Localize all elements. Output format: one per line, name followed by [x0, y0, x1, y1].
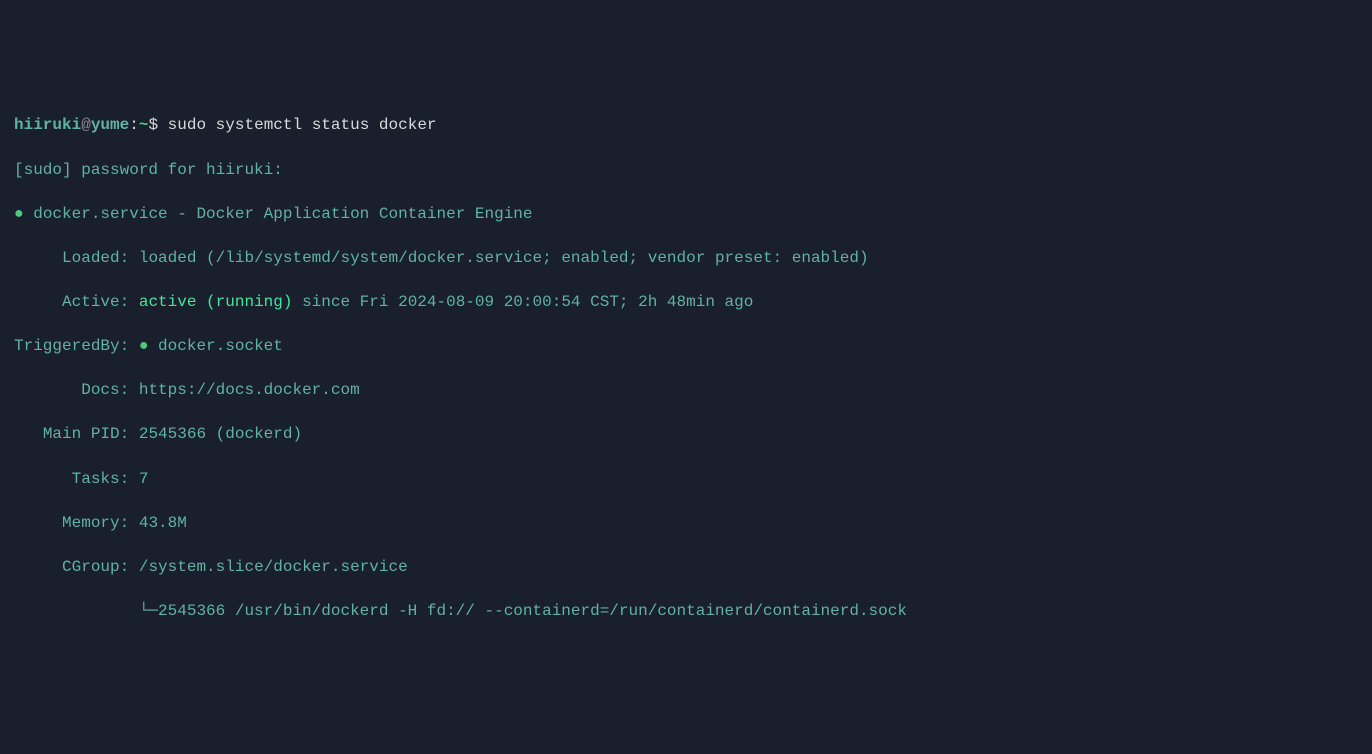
loaded-line: Loaded: loaded (/lib/systemd/system/dock… [0, 247, 1372, 269]
docs-value: https://docs.docker.com [139, 381, 360, 399]
tasks-value: 7 [139, 470, 149, 488]
service-name: docker.service - Docker Application Cont… [33, 205, 532, 223]
prompt-user: hiiruki [14, 116, 81, 134]
memory-line: Memory: 43.8M [0, 512, 1372, 534]
memory-value: 43.8M [139, 514, 187, 532]
cgroup-tree: └─2545366 /usr/bin/dockerd -H fd:// --co… [139, 602, 907, 620]
triggered-line: TriggeredBy: ● docker.socket [0, 335, 1372, 357]
triggered-value: docker.socket [158, 337, 283, 355]
active-line: Active: active (running) since Fri 2024-… [0, 291, 1372, 313]
terminal-window[interactable]: hiiruki@yume:~$ sudo systemctl status do… [0, 92, 1372, 639]
prompt-colon: : [129, 116, 139, 134]
triggered-dot-icon: ● [139, 337, 149, 355]
prompt-line: hiiruki@yume:~$ sudo systemctl status do… [0, 114, 1372, 136]
prompt-at: @ [81, 116, 91, 134]
prompt-path: ~ [139, 116, 149, 134]
prompt-symbol: $ [148, 116, 158, 134]
cgroup-label: CGroup: [62, 558, 129, 576]
pid-value: 2545366 (dockerd) [139, 425, 302, 443]
loaded-value: loaded (/lib/systemd/system/docker.servi… [139, 249, 869, 267]
tasks-label: Tasks: [72, 470, 130, 488]
pid-line: Main PID: 2545366 (dockerd) [0, 423, 1372, 445]
active-since: since Fri 2024-08-09 20:00:54 CST; 2h 48… [292, 293, 753, 311]
cgroup-line: CGroup: /system.slice/docker.service [0, 556, 1372, 578]
prompt-host: yume [91, 116, 129, 134]
pid-label: Main PID: [43, 425, 129, 443]
loaded-label: Loaded: [62, 249, 129, 267]
status-dot-icon: ● [14, 205, 24, 223]
docs-label: Docs: [81, 381, 129, 399]
docs-line: Docs: https://docs.docker.com [0, 379, 1372, 401]
active-label: Active: [62, 293, 129, 311]
cgroup-tree-line: └─2545366 /usr/bin/dockerd -H fd:// --co… [0, 600, 1372, 622]
command-text: sudo systemctl status docker [168, 116, 437, 134]
service-header: ● docker.service - Docker Application Co… [0, 203, 1372, 225]
triggered-label: TriggeredBy: [14, 337, 129, 355]
cgroup-value: /system.slice/docker.service [139, 558, 408, 576]
active-status: active (running) [139, 293, 293, 311]
tasks-line: Tasks: 7 [0, 468, 1372, 490]
memory-label: Memory: [62, 514, 129, 532]
sudo-password-prompt: [sudo] password for hiiruki: [0, 159, 1372, 181]
